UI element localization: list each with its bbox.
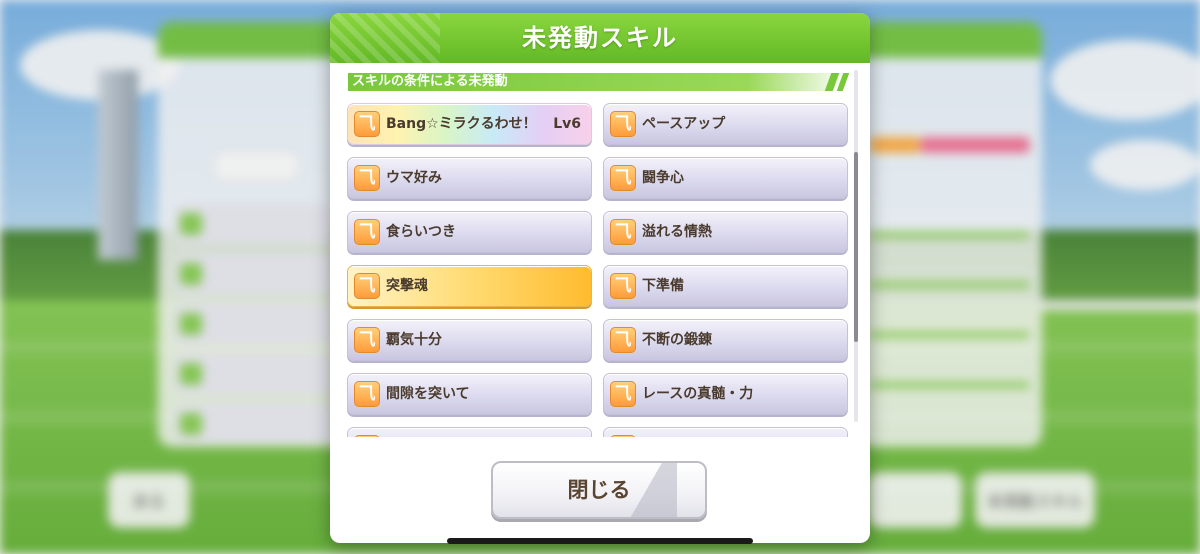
running-umamusume-icon: ⺄ bbox=[610, 219, 636, 245]
skill-item[interactable]: ⺄ 間隙を突いて bbox=[347, 373, 592, 415]
skill-item[interactable]: ⺄ bbox=[603, 427, 848, 437]
running-umamusume-icon: ⺄ bbox=[610, 165, 636, 191]
close-button[interactable]: 閉じる bbox=[491, 461, 707, 519]
skill-item[interactable]: ⺄ Bang☆ミラクるわせ！ Lv6 bbox=[347, 103, 592, 145]
skill-name: 下準備 bbox=[642, 278, 684, 294]
running-umamusume-icon: ⺄ bbox=[354, 219, 380, 245]
skill-item[interactable]: ⺄ 下準備 bbox=[603, 265, 848, 307]
skill-name: 覇気十分 bbox=[386, 332, 442, 348]
running-umamusume-icon: ⺄ bbox=[354, 435, 380, 437]
skill-name: 溢れる情熱 bbox=[642, 224, 712, 240]
skill-level: Lv6 bbox=[553, 116, 581, 132]
scrollbar-thumb[interactable] bbox=[854, 152, 858, 342]
running-umamusume-icon: ⺄ bbox=[354, 381, 380, 407]
running-umamusume-icon: ⺄ bbox=[610, 381, 636, 407]
skill-item[interactable]: ⺄ ウマ好み bbox=[347, 157, 592, 199]
running-umamusume-icon: ⺄ bbox=[610, 111, 636, 137]
skill-name: Bang☆ミラクるわせ！ bbox=[386, 116, 537, 132]
unactivated-skills-dialog: 未発動スキル スキルの条件による未発動 ⺄ Bang☆ミラクるわせ！ Lv6 ⺄… bbox=[330, 13, 870, 543]
running-umamusume-icon: ⺄ bbox=[354, 111, 380, 137]
skill-name: 間隙を突いて bbox=[386, 386, 470, 402]
running-umamusume-icon: ⺄ bbox=[354, 327, 380, 353]
skill-item[interactable]: ⺄ レースの真髄・力 bbox=[603, 373, 848, 415]
skill-item[interactable]: ⺄ 闘争心 bbox=[603, 157, 848, 199]
skill-list[interactable]: ⺄ Bang☆ミラクるわせ！ Lv6 ⺄ ペースアップ ⺄ ウマ好み ⺄ 闘争心… bbox=[330, 99, 870, 437]
skill-name: レースの真髄・力 bbox=[642, 386, 754, 402]
running-umamusume-icon: ⺄ bbox=[610, 435, 636, 437]
skill-item[interactable]: ⺄ 突撃魂 bbox=[347, 265, 592, 307]
skill-item[interactable]: ⺄ ペースアップ bbox=[603, 103, 848, 145]
skill-name: 不断の鍛錬 bbox=[642, 332, 712, 348]
skill-name: ペースアップ bbox=[642, 116, 726, 132]
running-umamusume-icon: ⺄ bbox=[610, 273, 636, 299]
skill-item[interactable]: ⺄ 溢れる情熱 bbox=[603, 211, 848, 253]
dialog-title: 未発動スキル bbox=[522, 24, 678, 52]
skill-item[interactable]: ⺄ 食らいつき bbox=[347, 211, 592, 253]
skill-name: 突撃魂 bbox=[386, 278, 428, 294]
skill-item[interactable]: ⺄ 覇気十分 bbox=[347, 319, 592, 361]
skill-name: ウマ好み bbox=[386, 170, 442, 186]
running-umamusume-icon: ⺄ bbox=[610, 327, 636, 353]
skill-name: 闘争心 bbox=[642, 170, 684, 186]
home-indicator[interactable] bbox=[447, 538, 753, 544]
skill-item[interactable]: ⺄ bbox=[347, 427, 592, 437]
skill-name: 食らいつき bbox=[386, 224, 456, 240]
section-label: スキルの条件による未発動 bbox=[352, 74, 508, 89]
running-umamusume-icon: ⺄ bbox=[354, 273, 380, 299]
running-umamusume-icon: ⺄ bbox=[354, 165, 380, 191]
skill-item[interactable]: ⺄ 不断の鍛錬 bbox=[603, 319, 848, 361]
